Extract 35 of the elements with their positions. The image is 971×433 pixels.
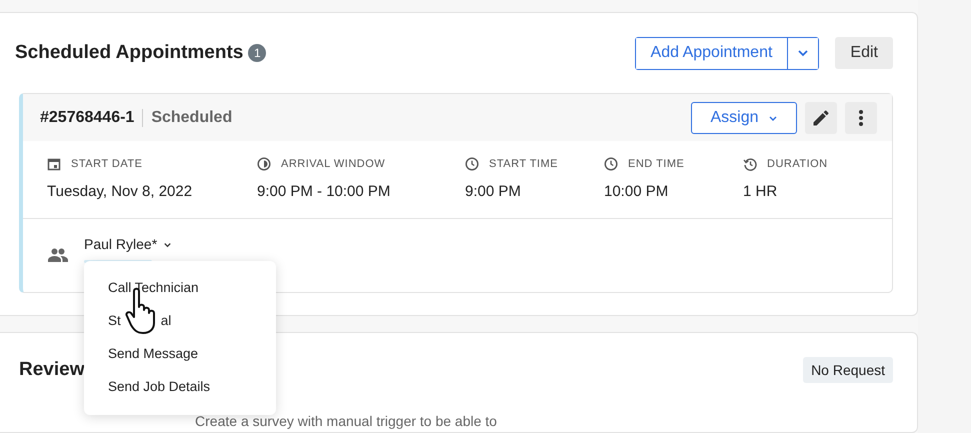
half-circle-icon: [257, 157, 271, 171]
section-title: Scheduled Appointments: [15, 42, 244, 64]
assign-button[interactable]: Assign: [691, 102, 797, 134]
more-button[interactable]: [845, 102, 877, 134]
field-label: END TIME: [628, 158, 684, 170]
field-label: ARRIVAL WINDOW: [281, 158, 386, 170]
history-icon: [743, 157, 757, 171]
add-appointment-button[interactable]: Add Appointment: [636, 38, 788, 68]
field-value: 9:00 PM - 10:00 PM: [257, 183, 392, 200]
technician-dropdown[interactable]: Paul Rylee*: [84, 236, 172, 252]
field-label: DURATION: [767, 158, 828, 170]
menu-item[interactable]: Call Technician: [84, 271, 276, 304]
menu-item[interactable]: Send Job Details: [84, 370, 276, 403]
section-title: Review: [19, 358, 84, 380]
pencil-icon: [811, 108, 831, 128]
review-description: Create a survey with manual trigger to be able to: [194, 412, 498, 429]
count-badge: 1: [248, 44, 266, 62]
appointment-number: #25768446-1: [40, 108, 134, 126]
clock-icon: [465, 157, 479, 171]
edit-icon-button[interactable]: [805, 102, 837, 134]
field-value: Tuesday, Nov 8, 2022: [47, 183, 194, 200]
field-value: 10:00 PM: [604, 183, 670, 200]
appointment-status: Scheduled: [151, 108, 232, 126]
field-value: 9:00 PM: [465, 183, 522, 200]
clock-icon: [604, 157, 618, 171]
menu-item[interactable]: St al: [84, 304, 276, 337]
field-label: START TIME: [489, 158, 558, 170]
field-value: 1 HR: [743, 183, 778, 200]
people-icon: [48, 248, 68, 262]
calendar-icon: [47, 157, 61, 171]
field-label: START DATE: [71, 158, 142, 170]
menu-item[interactable]: Send Message: [84, 337, 276, 370]
edit-button[interactable]: Edit: [835, 37, 893, 69]
status-badge: No Request: [803, 356, 893, 382]
more-vertical-icon: [858, 108, 864, 128]
